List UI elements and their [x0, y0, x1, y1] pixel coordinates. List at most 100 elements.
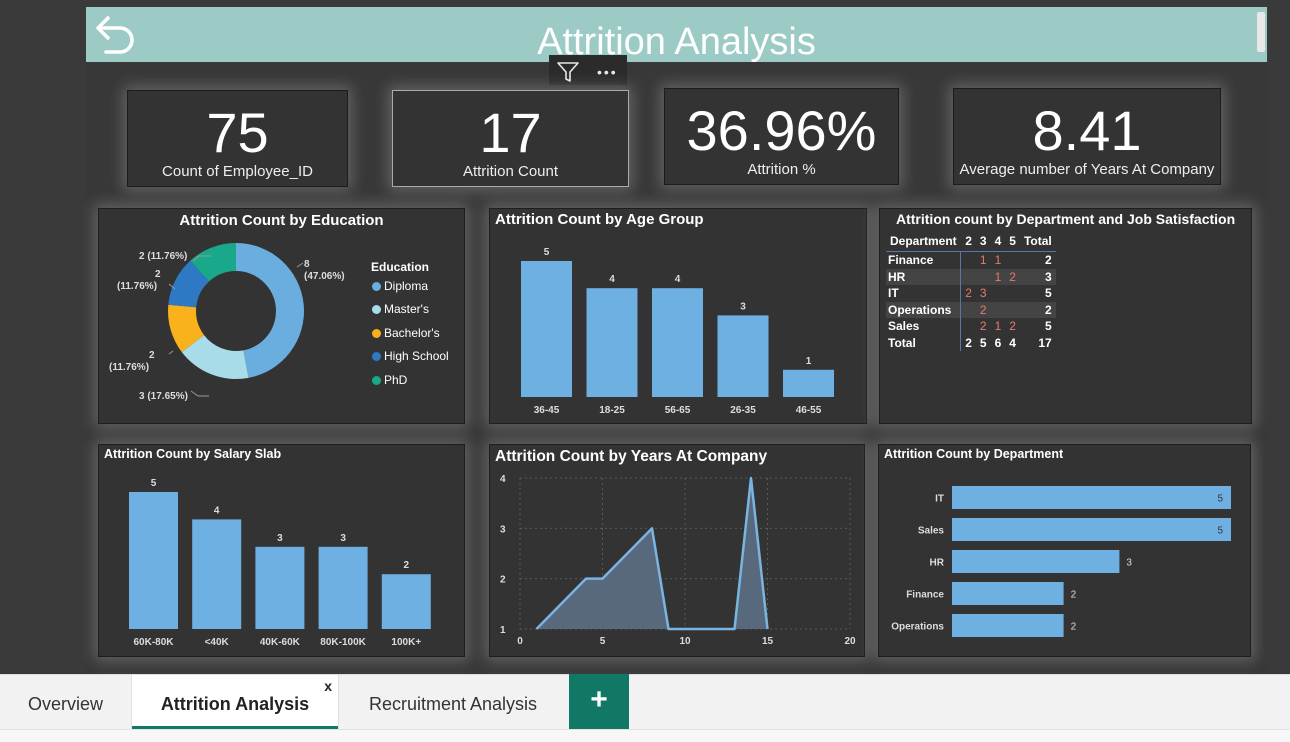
legend-item-phd[interactable]: PhD — [372, 373, 407, 387]
add-page-button[interactable]: + — [569, 674, 629, 729]
matrix-row: HR 123 — [886, 268, 1056, 285]
tick-label: 100K+ — [391, 637, 421, 648]
bar — [255, 546, 305, 629]
legend-dot — [372, 329, 381, 338]
age-group-chart-panel[interactable]: Attrition Count by Age Group 5 36-45 4 18-2… — [489, 208, 867, 424]
tab-overview[interactable]: Overview — [0, 675, 131, 730]
bar — [192, 519, 242, 629]
matrix-header: Total — [1019, 231, 1056, 252]
matrix-header: 4 — [990, 231, 1006, 252]
donut-slices — [168, 243, 305, 379]
matrix-table: Department 2 3 4 5 Total Finance 112 HR … — [886, 231, 1056, 351]
back-arrow-icon[interactable] — [92, 12, 136, 56]
tick-label: 18-25 — [599, 405, 625, 416]
years-at-company-chart-panel[interactable]: Attrition Count by Years At Company 1234… — [489, 444, 865, 657]
bar — [129, 492, 178, 629]
matrix-header-row: Department 2 3 4 5 Total — [886, 231, 1056, 252]
kpi-employee-count: 75 Count of Employee_ID — [127, 90, 348, 187]
kpi-attrition-percent: 36.96% Attrition % — [664, 88, 899, 185]
tick-label: 60K-80K — [133, 637, 174, 648]
legend-item-highschool[interactable]: High School — [372, 349, 449, 363]
kpi-label: Attrition Count — [462, 163, 559, 180]
bar — [586, 288, 638, 397]
y-tick-label: 3 — [500, 524, 506, 535]
department-bars: IT 5 Sales 5 HR 3 Finance 2 Operations 2 — [891, 486, 1231, 637]
legend-item-diploma[interactable]: Diploma — [372, 279, 428, 293]
matrix-total-row: Total 2 5 6 4 17 — [886, 334, 1052, 351]
x-tick-label: 0 — [517, 636, 523, 647]
legend-dot — [372, 282, 381, 291]
scrollbar[interactable] — [1257, 12, 1265, 52]
slice-label-masters: 3 (17.65%) — [139, 391, 188, 402]
matrix-header: 5 — [1005, 231, 1020, 252]
page-tab-bar: Overview Attrition Analysis x Recruitmen… — [0, 674, 1290, 730]
more-options-icon[interactable]: ••• — [597, 64, 618, 80]
data-label: 3 — [277, 533, 283, 544]
kpi-label: Average number of Years At Company — [959, 161, 1215, 178]
kpi-value: 8.41 — [1032, 99, 1142, 162]
category-label: Finance — [906, 590, 944, 601]
donut-slice-diploma — [236, 243, 305, 378]
y-tick-label: 1 — [500, 625, 506, 636]
tick-label: 36-45 — [534, 405, 560, 416]
page-title: Attrition Analysis — [537, 21, 816, 63]
department-satisfaction-matrix[interactable]: Attrition count by Department and Job Sa… — [879, 208, 1252, 424]
data-label: 1 — [806, 356, 812, 367]
tab-recruitment-analysis[interactable]: Recruitment Analysis — [338, 675, 568, 730]
salary-slab-chart-panel[interactable]: Attrition Count by Salary Slab 5 60K-80K 4… — [98, 444, 465, 657]
bar — [952, 550, 1120, 573]
category-label: HR — [930, 558, 945, 569]
slice-label-diploma-pct: (47.06%) — [304, 271, 345, 282]
category-label: Sales — [918, 526, 945, 537]
slice-label-bachelors-value: 2 — [149, 350, 155, 361]
close-tab-icon[interactable]: x — [324, 657, 332, 715]
kpi-avg-years: 8.41 Average number of Years At Company — [953, 88, 1221, 185]
bar — [381, 574, 431, 629]
tick-label: 80K-100K — [320, 637, 366, 648]
kpi-attrition-count: 17 Attrition Count — [392, 90, 629, 187]
tick-label: 26-35 — [730, 405, 756, 416]
legend-dot — [372, 352, 381, 361]
tick-label: 40K-60K — [260, 637, 301, 648]
status-bar — [0, 729, 1290, 742]
tick-label: 46-55 — [796, 405, 822, 416]
data-label: 5 — [1217, 526, 1223, 537]
chart-title: Attrition count by Department and Job Sa… — [896, 211, 1236, 227]
bar — [318, 546, 368, 629]
matrix-row: Sales 2125 — [886, 318, 1052, 335]
data-label: 2 — [1071, 622, 1077, 633]
department-chart-panel[interactable]: Attrition Count by Department IT 5 Sales 5 H… — [878, 444, 1251, 657]
legend-item-masters[interactable]: Master's — [372, 302, 429, 316]
data-label: 2 — [404, 560, 410, 571]
bar — [717, 315, 769, 397]
slice-label-diploma-value: 8 — [304, 259, 310, 270]
legend-title: Education — [371, 260, 430, 274]
tick-label: <40K — [205, 637, 230, 648]
matrix-row: Finance 112 — [886, 251, 1052, 269]
filter-icon[interactable] — [556, 60, 580, 84]
legend-item-bachelors[interactable]: Bachelor's — [372, 326, 440, 340]
bar — [952, 518, 1231, 541]
data-label: 4 — [609, 274, 615, 285]
matrix-header: Department — [886, 231, 961, 252]
bar — [521, 261, 572, 397]
kpi-value: 75 — [206, 101, 269, 164]
tab-attrition-analysis[interactable]: Attrition Analysis x — [131, 675, 339, 730]
x-tick-label: 5 — [600, 636, 606, 647]
age-group-bars: 5 36-45 4 18-25 4 56-65 3 26-35 1 46-55 — [521, 247, 834, 416]
matrix-row: IT 235 — [886, 285, 1052, 302]
data-label: 3 — [340, 533, 346, 544]
legend-dot — [372, 376, 381, 385]
area-fill — [536, 478, 768, 629]
donut-svg: 8 (47.06%) 3 (17.65%) 2 (11.76%) 2 (11.7… — [109, 243, 345, 402]
salary-slab-bars: 5 60K-80K 4 <40K 3 40K-60K 3 80K-100K 2 100K+ — [129, 478, 431, 648]
data-label: 5 — [1217, 494, 1223, 505]
matrix-header: 3 — [975, 231, 991, 252]
data-label: 5 — [544, 247, 550, 258]
matrix-row: Operations 22 — [886, 301, 1056, 318]
education-donut-panel[interactable]: Attrition Count by Education 8 (47.06%) … — [98, 208, 465, 424]
kpi-label: Attrition % — [747, 161, 816, 178]
x-tick-label: 20 — [844, 636, 856, 647]
bar — [952, 614, 1064, 637]
category-label: Operations — [891, 622, 944, 633]
